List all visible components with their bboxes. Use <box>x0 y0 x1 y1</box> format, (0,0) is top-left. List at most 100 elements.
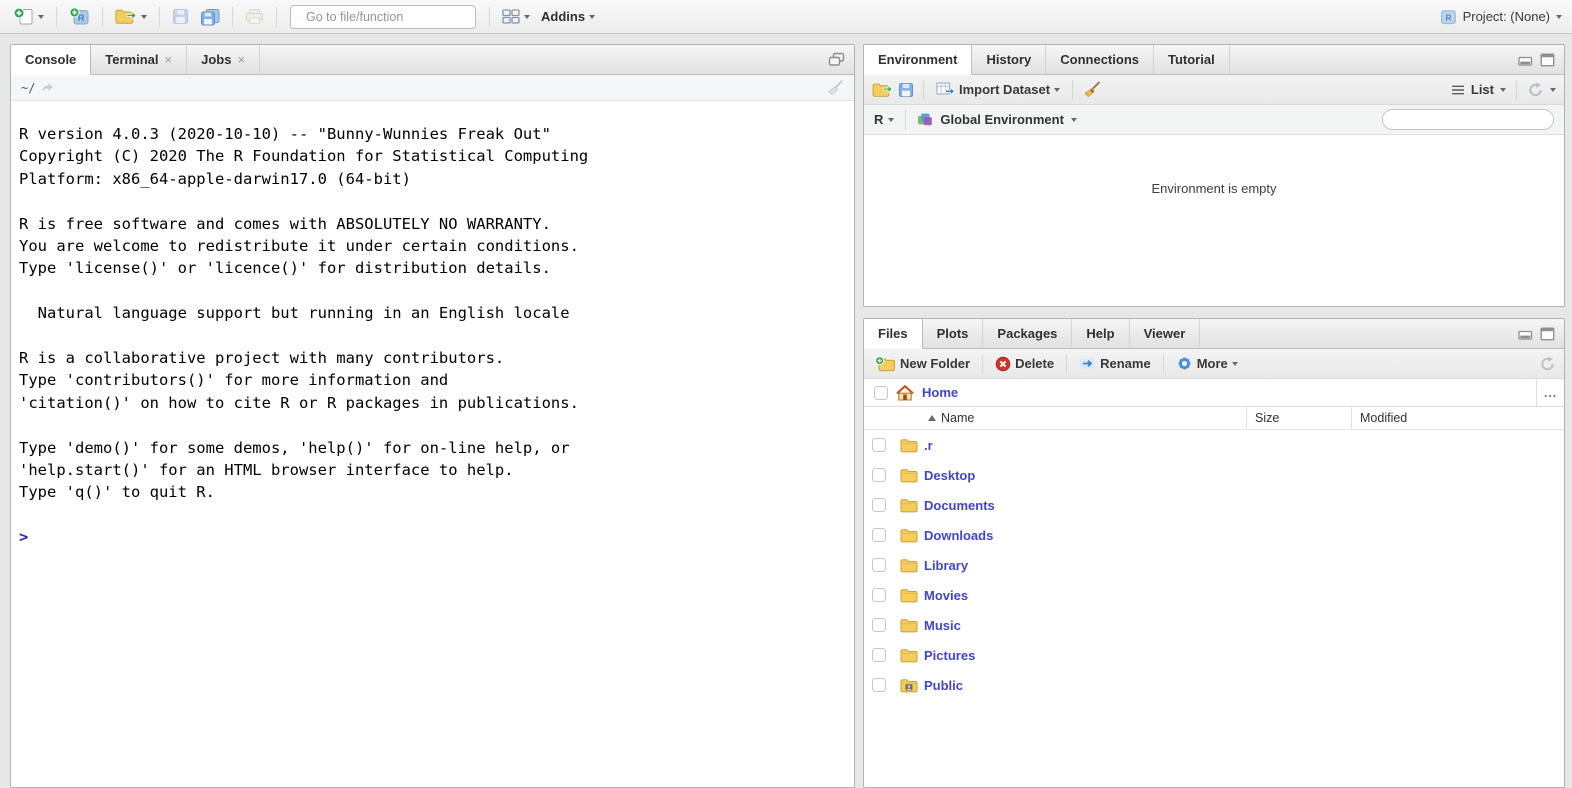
import-dataset-button[interactable]: Import Dataset <box>933 80 1063 99</box>
column-header-modified[interactable]: Modified <box>1351 407 1564 429</box>
toolbar-separator <box>923 79 924 100</box>
tab-environment[interactable]: Environment <box>864 45 973 75</box>
list-view-label[interactable]: List <box>1471 82 1494 97</box>
file-row[interactable]: Movies <box>864 580 1564 610</box>
file-name-link[interactable]: Documents <box>924 498 1246 513</box>
restore-panes-icon[interactable] <box>828 52 845 67</box>
new-folder-button[interactable]: New Folder <box>872 354 973 374</box>
tab-packages[interactable]: Packages <box>983 319 1073 348</box>
tab-plots[interactable]: Plots <box>923 319 984 348</box>
breadcrumb-home-link[interactable]: Home <box>922 385 958 400</box>
console-output-line: Platform: x86_64-apple-darwin17.0 (64-bi… <box>19 169 411 188</box>
project-selector-button[interactable]: R Project: (None) <box>1440 9 1562 25</box>
goto-file-function-box[interactable] <box>290 4 476 29</box>
open-file-button[interactable] <box>112 6 150 27</box>
goto-file-function-input[interactable] <box>306 9 467 24</box>
tab-tutorial[interactable]: Tutorial <box>1154 45 1230 74</box>
print-button[interactable] <box>242 6 267 27</box>
column-header-name[interactable]: Name <box>924 407 1246 429</box>
tab-terminal[interactable]: Terminal × <box>91 45 188 74</box>
new-project-button[interactable]: R <box>66 5 93 28</box>
save-workspace-icon[interactable] <box>898 82 914 98</box>
addins-button[interactable]: Addins <box>538 7 598 26</box>
file-row[interactable]: Public <box>864 670 1564 700</box>
file-row[interactable]: Library <box>864 550 1564 580</box>
console-body[interactable]: R version 4.0.3 (2020-10-10) -- "Bunny-W… <box>11 101 854 549</box>
caret-down-icon <box>141 14 147 19</box>
file-row[interactable]: Desktop <box>864 460 1564 490</box>
console-output-line: Type 'demo()' for some demos, 'help()' f… <box>19 438 570 457</box>
r-project-cube-icon: R <box>1440 9 1456 24</box>
tab-history[interactable]: History <box>972 45 1047 74</box>
goto-directory-icon[interactable] <box>41 82 54 93</box>
file-checkbox[interactable] <box>872 438 886 452</box>
file-row[interactable]: Downloads <box>864 520 1564 550</box>
file-name-link[interactable]: Library <box>924 558 1246 573</box>
file-name-link[interactable]: Pictures <box>924 648 1246 663</box>
save-all-button[interactable] <box>197 6 223 28</box>
tab-jobs[interactable]: Jobs × <box>187 45 261 74</box>
file-name-link[interactable]: Music <box>924 618 1246 633</box>
minimize-icon[interactable] <box>1518 327 1533 340</box>
more-button[interactable]: More <box>1173 353 1241 374</box>
scope-selector[interactable]: Global Environment <box>917 112 1077 127</box>
caret-down-icon[interactable] <box>1550 87 1556 92</box>
files-pane: Files Plots Packages Help Viewer New Fol… <box>863 318 1565 788</box>
maximize-icon[interactable] <box>1540 53 1555 67</box>
file-name-link[interactable]: Movies <box>924 588 1246 603</box>
import-dataset-label: Import Dataset <box>959 82 1051 97</box>
folder-icon <box>900 648 918 662</box>
file-checkbox[interactable] <box>872 468 886 482</box>
tab-viewer[interactable]: Viewer <box>1130 319 1201 348</box>
column-header-size[interactable]: Size <box>1246 407 1351 429</box>
select-all-checkbox[interactable] <box>874 385 888 400</box>
environment-search-box[interactable] <box>1382 109 1554 130</box>
file-row[interactable]: .r <box>864 430 1564 460</box>
file-name-link[interactable]: Public <box>924 678 1246 693</box>
file-checkbox[interactable] <box>872 618 886 632</box>
caret-down-icon <box>38 14 44 19</box>
clear-console-broom-icon[interactable] <box>826 79 844 97</box>
panes-layout-button[interactable] <box>499 7 533 26</box>
close-icon[interactable]: × <box>237 53 245 66</box>
save-icon <box>173 9 188 24</box>
new-file-button[interactable] <box>10 5 47 28</box>
file-checkbox[interactable] <box>872 648 886 662</box>
file-name-link[interactable]: .r <box>924 438 1246 453</box>
console-prompt[interactable]: > <box>19 526 844 548</box>
open-environment-icon[interactable] <box>872 82 893 98</box>
maximize-icon[interactable] <box>1540 327 1555 341</box>
environment-search-input[interactable] <box>1396 112 1551 127</box>
clear-environment-broom-icon[interactable] <box>1082 81 1101 99</box>
delete-label: Delete <box>1015 356 1055 371</box>
tab-console[interactable]: Console <box>11 45 92 75</box>
refresh-icon[interactable] <box>1539 355 1556 372</box>
save-button[interactable] <box>169 6 192 27</box>
file-list: .r Desktop Documents Downloads Library M… <box>864 430 1564 700</box>
file-checkbox[interactable] <box>872 528 886 542</box>
file-row[interactable]: Documents <box>864 490 1564 520</box>
file-name-link[interactable]: Downloads <box>924 528 1246 543</box>
minimize-icon[interactable] <box>1518 53 1533 66</box>
console-output-line: Natural language support but running in … <box>19 304 570 323</box>
language-selector[interactable]: R <box>874 112 895 127</box>
file-name-link[interactable]: Desktop <box>924 468 1246 483</box>
caret-down-icon[interactable] <box>1500 87 1506 92</box>
delete-button[interactable]: Delete <box>992 354 1057 374</box>
tab-connections[interactable]: Connections <box>1046 45 1154 74</box>
toolbar-separator <box>276 6 277 27</box>
list-view-icon <box>1451 85 1464 94</box>
refresh-icon[interactable] <box>1527 81 1544 98</box>
file-row[interactable]: Music <box>864 610 1564 640</box>
file-checkbox[interactable] <box>872 588 886 602</box>
tab-help[interactable]: Help <box>1072 319 1130 348</box>
close-icon[interactable]: × <box>165 53 173 66</box>
more-label: More <box>1196 356 1228 371</box>
rename-button[interactable]: Rename <box>1076 354 1154 373</box>
file-row[interactable]: Pictures <box>864 640 1564 670</box>
file-checkbox[interactable] <box>872 678 886 692</box>
file-checkbox[interactable] <box>872 558 886 572</box>
breadcrumb-more-button[interactable]: ... <box>1536 379 1564 406</box>
tab-files[interactable]: Files <box>864 319 923 349</box>
file-checkbox[interactable] <box>872 498 886 512</box>
